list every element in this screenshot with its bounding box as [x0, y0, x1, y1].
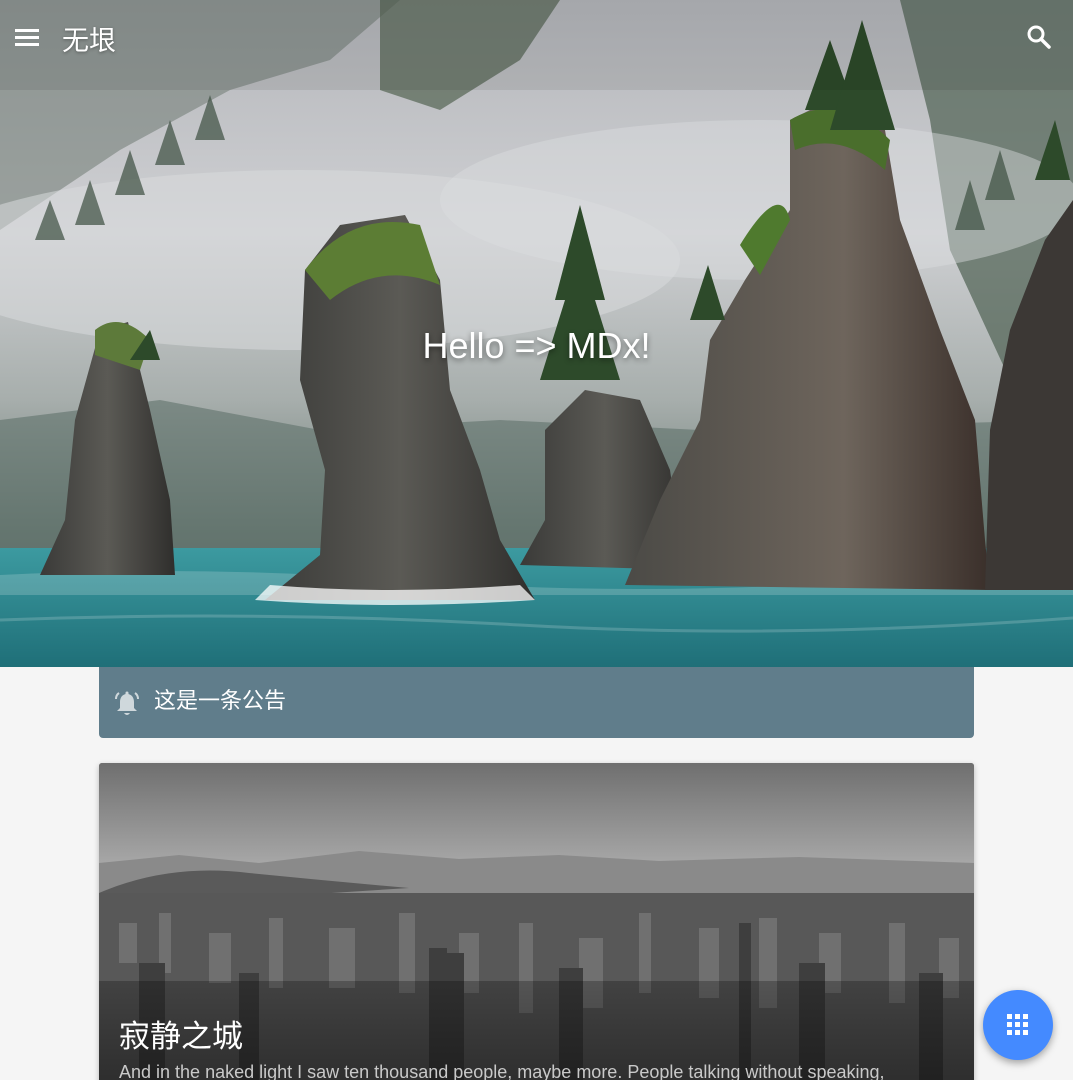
search-icon [1027, 25, 1051, 49]
menu-icon [15, 29, 39, 46]
apps-fab-button[interactable] [983, 990, 1053, 1060]
menu-button[interactable] [14, 26, 46, 54]
page: 无垠 Hello => MDx! 这是一条公告 寂静之城 And in the … [0, 0, 1073, 1080]
post-title[interactable]: 寂静之城 [119, 1017, 243, 1057]
apps-grid-icon [1007, 1014, 1028, 1035]
site-title[interactable]: 无垠 [62, 25, 116, 59]
search-button[interactable] [1026, 24, 1060, 58]
post-card[interactable]: 寂静之城 And in the naked light I saw ten th… [99, 763, 974, 1080]
app-bar: 无垠 [0, 0, 1073, 82]
notice-bar: 这是一条公告 [99, 667, 974, 738]
bell-icon [115, 691, 139, 715]
hero-banner: 无垠 Hello => MDx! [0, 0, 1073, 667]
hero-title: Hello => MDx! [422, 325, 651, 366]
notice-text: 这是一条公告 [154, 689, 287, 714]
post-excerpt: And in the naked light I saw ten thousan… [119, 1062, 885, 1080]
